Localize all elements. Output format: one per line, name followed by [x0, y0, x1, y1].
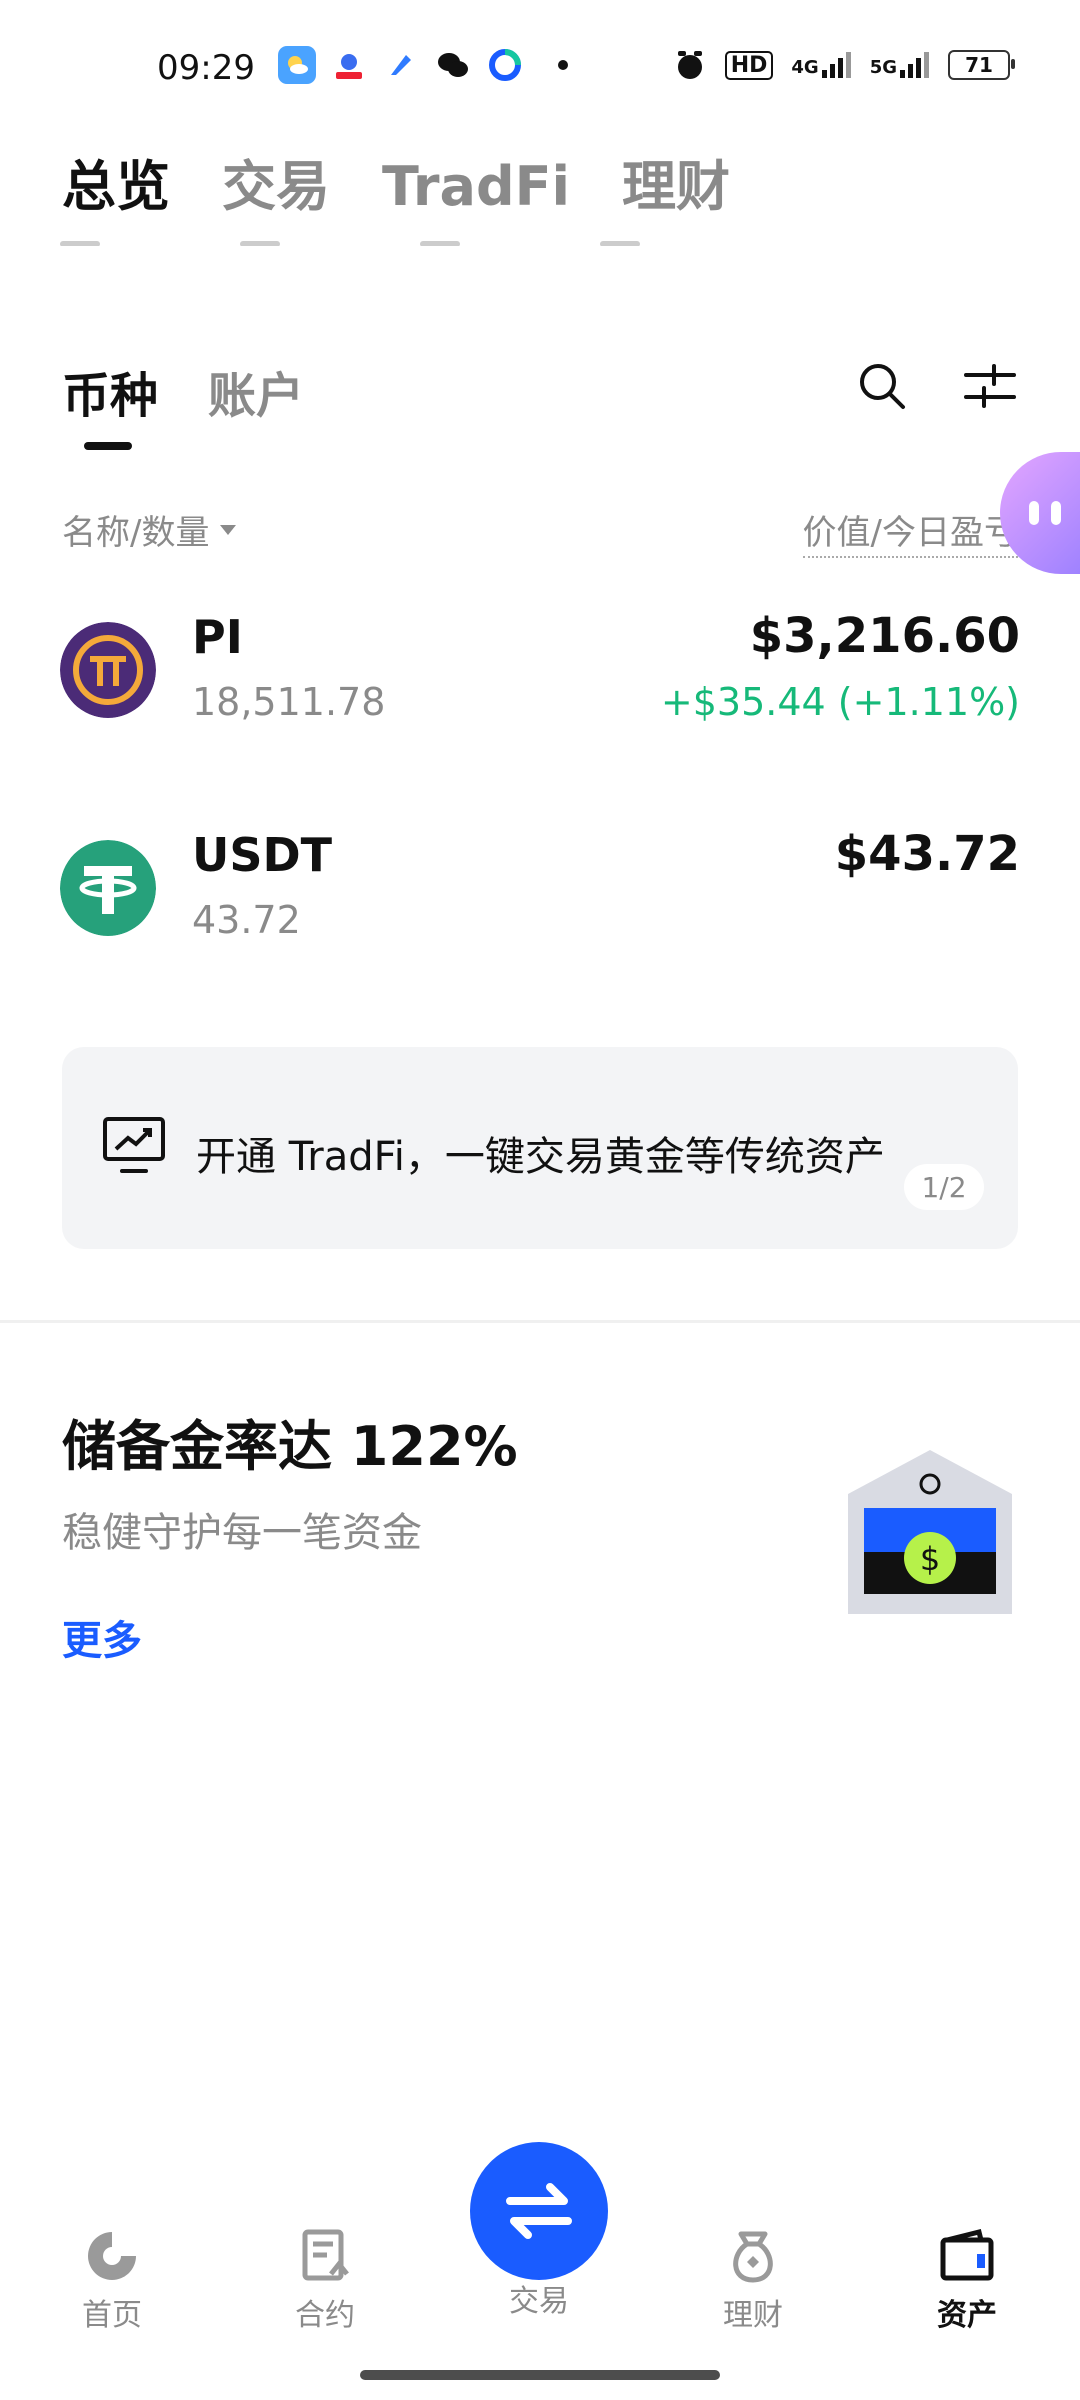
- scrolled-content-remnant: [60, 232, 1020, 246]
- asset-value: $43.72: [834, 826, 1020, 882]
- nav-trade[interactable]: 交易: [469, 2276, 609, 2320]
- sort-by-name[interactable]: 名称/数量: [62, 505, 237, 554]
- more-notifications-dot: [558, 60, 568, 70]
- banner-text: 开通 TradFi，一键交易黄金等传统资产: [196, 1134, 885, 1180]
- signal-5g: 5G: [870, 52, 930, 78]
- asset-quantity: 18,511.78: [192, 680, 386, 724]
- asset-symbol: PI: [192, 610, 243, 664]
- nav-label: 交易: [509, 2284, 569, 2319]
- nav-home[interactable]: 首页: [42, 2228, 182, 2334]
- search-icon: [860, 364, 905, 409]
- usdt-logo-icon: [60, 840, 156, 936]
- wechat-app-icon: [434, 46, 472, 84]
- baidu-app-icon: [330, 46, 368, 84]
- more-link[interactable]: 更多: [62, 1608, 142, 1666]
- active-tab-indicator: [84, 442, 132, 450]
- reserve-title: 储备金率达 122%: [62, 1415, 518, 1478]
- sort-by-value[interactable]: 价值/今日盈亏: [802, 505, 1018, 558]
- nav-label: 首页: [82, 2298, 142, 2333]
- banner-pagination: 1/2: [904, 1164, 984, 1210]
- tab-trade[interactable]: 交易: [222, 142, 330, 221]
- asset-sub-tabs: 币种 账户: [62, 356, 304, 426]
- weather-app-icon: [278, 46, 316, 84]
- search-button[interactable]: [852, 356, 912, 416]
- signal-bars-icon: [821, 52, 851, 78]
- notification-icons: [278, 46, 568, 84]
- nav-trade-button[interactable]: [470, 2142, 608, 2280]
- list-header-left: 名称/数量: [62, 513, 210, 553]
- app-c-icon: [486, 46, 524, 84]
- tab-tradfi[interactable]: TradFi: [382, 155, 570, 218]
- hd-badge: HD: [724, 50, 774, 80]
- browser-app-icon: [382, 46, 420, 84]
- nav-label: 资产: [937, 2298, 997, 2333]
- nav-earn[interactable]: 理财: [683, 2228, 823, 2334]
- contract-icon: [302, 2229, 349, 2281]
- asset-row-pi[interactable]: [60, 622, 156, 722]
- system-status: HD 4G 5G 71: [673, 48, 1015, 82]
- wallet-icon: [940, 2228, 994, 2281]
- tab-overview[interactable]: 总览: [62, 142, 170, 221]
- status-time: 09:29: [157, 48, 255, 88]
- nav-label: 合约: [295, 2298, 355, 2333]
- chart-monitor-icon: [103, 1117, 165, 1173]
- pi-logo-icon: [60, 622, 156, 718]
- swap-icon: [506, 2183, 572, 2239]
- nav-label: 理财: [723, 2298, 783, 2333]
- asset-symbol: USDT: [192, 828, 333, 882]
- vault-illustration-icon: $: [848, 1450, 1012, 1614]
- top-tabs: 总览 交易 TradFi 理财: [62, 142, 730, 221]
- sliders-icon: [964, 364, 1016, 408]
- nav-contracts[interactable]: 合约: [255, 2228, 395, 2334]
- reserve-subtitle: 稳健守护每一笔资金: [62, 1510, 422, 1556]
- asset-row-usdt[interactable]: [60, 840, 156, 940]
- svg-text:$: $: [920, 1540, 940, 1578]
- tab-accounts[interactable]: 账户: [208, 356, 304, 426]
- list-header-right: 价值/今日盈亏: [802, 513, 1018, 553]
- asset-quantity: 43.72: [192, 898, 301, 942]
- tab-coins[interactable]: 币种: [62, 356, 158, 426]
- signal-bars-icon: [900, 52, 929, 78]
- home-icon: [88, 2232, 136, 2280]
- home-indicator[interactable]: [360, 2370, 720, 2380]
- asset-value: $3,216.60: [749, 608, 1020, 664]
- tab-earn[interactable]: 理财: [622, 142, 730, 221]
- caret-down-icon: [220, 524, 237, 535]
- section-divider: [0, 1320, 1080, 1323]
- asset-pnl: +$35.44 (+1.11%): [660, 680, 1020, 724]
- signal-4g: 4G: [791, 52, 851, 78]
- alarm-icon: [677, 51, 702, 79]
- nav-assets[interactable]: 资产: [897, 2228, 1037, 2334]
- filter-button[interactable]: [960, 356, 1020, 416]
- money-bag-icon: [733, 2231, 773, 2283]
- battery-indicator: 71: [948, 50, 1015, 80]
